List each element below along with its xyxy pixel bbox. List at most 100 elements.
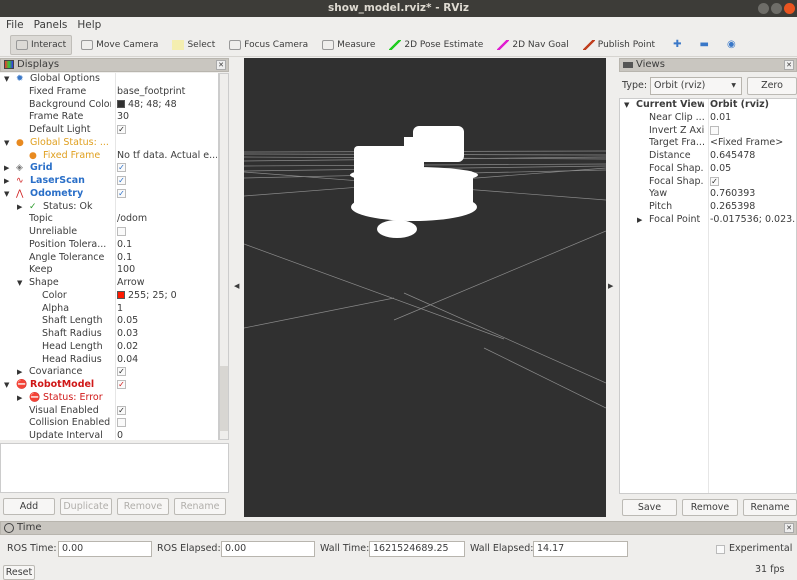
- tree-row[interactable]: ▶ ◈ Grid ✓: [0, 162, 218, 175]
- tree-row[interactable]: Distance 0.645478: [620, 150, 796, 163]
- property-value[interactable]: 100: [117, 264, 217, 277]
- property-value[interactable]: 48; 48; 48: [117, 99, 217, 112]
- tool-select[interactable]: Select: [167, 35, 220, 55]
- property-value[interactable]: Orbit (rviz): [710, 99, 796, 112]
- property-value[interactable]: [117, 226, 217, 239]
- checkbox[interactable]: ✓: [710, 176, 719, 186]
- menu-panels[interactable]: Panels: [34, 17, 68, 33]
- tree-row[interactable]: ▼ ✹ Global Options: [0, 73, 218, 86]
- property-value[interactable]: 0.02: [117, 341, 217, 354]
- property-value[interactable]: 1: [117, 303, 217, 316]
- property-value[interactable]: ✓: [117, 124, 217, 137]
- tree-row[interactable]: Head Radius 0.04: [0, 354, 218, 367]
- tree-row[interactable]: ▼ ● Global Status: ...: [0, 137, 218, 150]
- add-display-button[interactable]: Add: [3, 498, 55, 515]
- tree-row[interactable]: ▶ Covariance ✓: [0, 366, 218, 379]
- property-value[interactable]: 0.1: [117, 239, 217, 252]
- checkbox[interactable]: ✓: [117, 163, 126, 173]
- property-value[interactable]: ✓: [117, 175, 217, 188]
- expand-down-icon[interactable]: ▼: [17, 277, 22, 290]
- property-value[interactable]: 255; 25; 0: [117, 290, 217, 303]
- tree-row[interactable]: Keep 100: [0, 264, 218, 277]
- tree-row[interactable]: ▼ ⛔ RobotModel ✓: [0, 379, 218, 392]
- tree-row[interactable]: ▶ ⛔ Status: Error: [0, 392, 218, 405]
- close-time-button[interactable]: ✕: [784, 523, 794, 533]
- tree-row[interactable]: Default Light ✓: [0, 124, 218, 137]
- checkbox[interactable]: ✓: [117, 188, 126, 198]
- rename-display-button[interactable]: Rename: [174, 498, 226, 515]
- expand-right-icon[interactable]: ▶: [17, 366, 22, 379]
- tree-row[interactable]: Collision Enabled: [0, 417, 218, 430]
- tree-row[interactable]: Focal Shap... 0.05: [620, 163, 796, 176]
- property-value[interactable]: 0.760393: [710, 188, 796, 201]
- property-value[interactable]: ✓: [710, 176, 796, 189]
- tree-row[interactable]: Target Fra... <Fixed Frame>: [620, 137, 796, 150]
- expand-right-icon[interactable]: ▶: [637, 214, 642, 227]
- remove-view-button[interactable]: Remove: [682, 499, 738, 516]
- tree-row[interactable]: ▼ Shape Arrow: [0, 277, 218, 290]
- expand-down-icon[interactable]: ▼: [4, 137, 9, 150]
- expand-down-icon[interactable]: ▼: [4, 188, 9, 201]
- maximize-button[interactable]: [771, 3, 782, 14]
- property-value[interactable]: 0.01: [710, 112, 796, 125]
- expand-down-icon[interactable]: ▼: [624, 99, 629, 112]
- tree-row[interactable]: Yaw 0.760393: [620, 188, 796, 201]
- property-value[interactable]: [710, 125, 796, 138]
- tree-row[interactable]: Alpha 1: [0, 303, 218, 316]
- tree-row[interactable]: Update Interval 0: [0, 430, 218, 440]
- collapse-right-arrow[interactable]: ▶: [608, 282, 613, 290]
- scrollbar-thumb[interactable]: [220, 366, 228, 431]
- remove-view-icon[interactable]: ▬: [699, 39, 708, 50]
- tree-row[interactable]: Color 255; 25; 0: [0, 290, 218, 303]
- expand-down-icon[interactable]: ▼: [4, 379, 9, 392]
- render-3d-view[interactable]: [244, 58, 606, 517]
- wall-time-field[interactable]: 1621524689.25: [369, 541, 465, 557]
- property-value[interactable]: /odom: [117, 213, 217, 226]
- tree-row[interactable]: ▶ ∿ LaserScan ✓: [0, 175, 218, 188]
- tree-row[interactable]: ▼ Current View Orbit (rviz): [620, 99, 796, 112]
- property-value[interactable]: 0.05: [710, 163, 796, 176]
- tree-row[interactable]: Pitch 0.265398: [620, 201, 796, 214]
- menu-help[interactable]: Help: [77, 17, 101, 33]
- close-panel-button[interactable]: ✕: [216, 60, 226, 70]
- remove-display-button[interactable]: Remove: [117, 498, 169, 515]
- view-type-select[interactable]: Orbit (rviz) ▼: [650, 77, 742, 95]
- minimize-button[interactable]: [758, 3, 769, 14]
- tree-row[interactable]: Shaft Length 0.05: [0, 315, 218, 328]
- property-value[interactable]: 0.03: [117, 328, 217, 341]
- expand-down-icon[interactable]: ▼: [4, 73, 9, 86]
- duplicate-display-button[interactable]: Duplicate: [60, 498, 112, 515]
- property-value[interactable]: ✓: [117, 188, 217, 201]
- property-value[interactable]: No tf data. Actual e...: [117, 150, 217, 163]
- property-value[interactable]: <Fixed Frame>: [710, 137, 796, 150]
- tool-2d-pose-estimate[interactable]: 2D Pose Estimate: [384, 35, 488, 55]
- property-value[interactable]: 0.645478: [710, 150, 796, 163]
- rename-view-button[interactable]: Rename: [743, 499, 797, 516]
- menu-file[interactable]: File: [6, 17, 24, 33]
- tree-row[interactable]: Visual Enabled ✓: [0, 405, 218, 418]
- displays-scrollbar[interactable]: [219, 73, 229, 440]
- property-value[interactable]: ✓: [117, 366, 217, 379]
- checkbox[interactable]: [117, 227, 126, 236]
- checkbox[interactable]: ✓: [117, 380, 126, 389]
- property-value[interactable]: ✓: [117, 405, 217, 418]
- expand-right-icon[interactable]: ▶: [4, 175, 9, 188]
- tree-row[interactable]: Angle Tolerance 0.1: [0, 252, 218, 265]
- expand-right-icon[interactable]: ▶: [17, 201, 22, 214]
- reset-button[interactable]: Reset: [3, 565, 35, 580]
- close-button[interactable]: [784, 3, 795, 14]
- tree-row[interactable]: Shaft Radius 0.03: [0, 328, 218, 341]
- tool-publish-point[interactable]: Publish Point: [578, 35, 660, 55]
- property-value[interactable]: base_footprint: [117, 86, 217, 99]
- property-value[interactable]: -0.017536; 0.023...: [710, 214, 796, 227]
- collapse-left-arrow[interactable]: ◀: [234, 282, 239, 290]
- tree-row[interactable]: Fixed Frame base_footprint: [0, 86, 218, 99]
- property-value[interactable]: [117, 417, 217, 430]
- tree-row[interactable]: Invert Z Axis: [620, 125, 796, 138]
- tree-row[interactable]: ▶ ✓ Status: Ok: [0, 201, 218, 214]
- tree-row[interactable]: Frame Rate 30: [0, 111, 218, 124]
- tree-row[interactable]: Background Color 48; 48; 48: [0, 99, 218, 112]
- checkbox[interactable]: ✓: [117, 367, 126, 377]
- checkbox[interactable]: ✓: [117, 125, 126, 134]
- property-value[interactable]: 0: [117, 430, 217, 440]
